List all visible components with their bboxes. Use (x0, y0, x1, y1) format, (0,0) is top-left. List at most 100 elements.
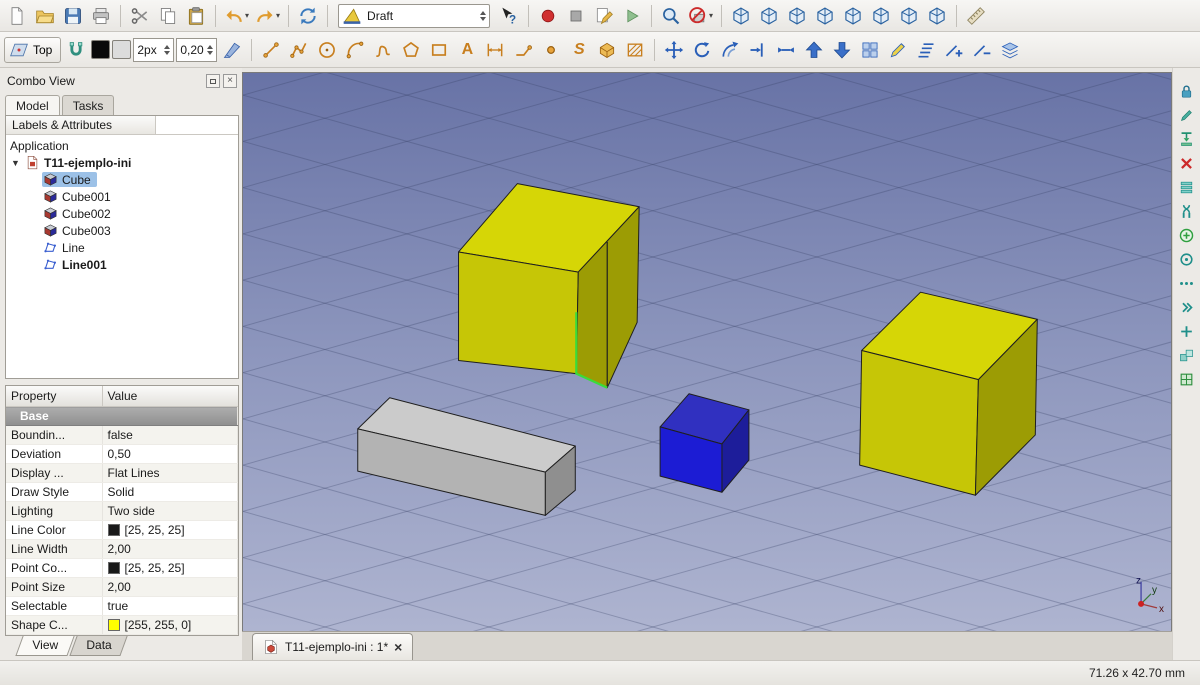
view-right-button[interactable] (812, 3, 838, 29)
tab-model[interactable]: Model (5, 95, 60, 115)
tab-view[interactable]: View (15, 636, 74, 656)
clipping-plane-button[interactable]: ▾ (686, 3, 715, 29)
draft-offset-button[interactable] (717, 37, 743, 63)
snap-angle-button[interactable] (1175, 152, 1199, 174)
macro-edit-button[interactable] (591, 3, 617, 29)
clipping-plane-dropdown-arrow[interactable]: ▾ (709, 11, 713, 20)
property-value[interactable]: [25, 25, 25] (102, 559, 238, 578)
property-value[interactable]: 0,50 (102, 445, 238, 464)
construction-mode-button[interactable] (219, 37, 245, 63)
draft-shapestring-button[interactable]: S (566, 37, 592, 63)
property-value[interactable]: [25, 25, 25] (102, 521, 238, 540)
property-value[interactable]: Flat Lines (102, 464, 238, 483)
property-row[interactable]: Shape C...[255, 255, 0] (6, 616, 238, 635)
snap-midpoint-button[interactable] (1175, 128, 1199, 150)
property-row[interactable]: Line Color[25, 25, 25] (6, 521, 238, 540)
tree-item-cube001[interactable]: Cube001 (6, 188, 238, 205)
view-axonometric-button[interactable] (924, 3, 950, 29)
tree-item-line[interactable]: Line (6, 239, 238, 256)
snap-intersection-button[interactable] (1175, 320, 1199, 342)
line-color-swatch[interactable] (91, 40, 110, 59)
view-front-button[interactable] (756, 3, 782, 29)
tree-item-document[interactable]: ▼T11-ejemplo-ini (6, 154, 238, 171)
property-row[interactable]: Boundin...false (6, 426, 238, 445)
view-left-button[interactable] (896, 3, 922, 29)
save-document-button[interactable] (60, 3, 86, 29)
view-bottom-button[interactable] (868, 3, 894, 29)
new-document-button[interactable] (4, 3, 30, 29)
undo-button[interactable]: ▾ (222, 3, 251, 29)
snap-grid-button[interactable] (1175, 368, 1199, 390)
property-row[interactable]: Point Size2,00 (6, 578, 238, 597)
property-value[interactable]: Two side (102, 502, 238, 521)
draft-hatch-button[interactable] (622, 37, 648, 63)
redo-button[interactable]: ▾ (253, 3, 282, 29)
float-panel-button[interactable] (206, 74, 220, 88)
draft-downgrade-button[interactable] (829, 37, 855, 63)
property-value[interactable]: false (102, 426, 238, 445)
line-width-spinbox[interactable]: 2px (133, 38, 174, 62)
draft-remove-point-button[interactable] (969, 37, 995, 63)
tree-root-application[interactable]: Application (6, 137, 238, 154)
paste-button[interactable] (183, 3, 209, 29)
working-plane-button[interactable]: Top (4, 37, 61, 63)
draft-rotate-button[interactable] (689, 37, 715, 63)
view-rear-button[interactable] (840, 3, 866, 29)
draft-facebinder-button[interactable] (594, 37, 620, 63)
property-row[interactable]: Line Width2,00 (6, 540, 238, 559)
property-value[interactable]: [255, 255, 0] (102, 616, 238, 635)
draft-label-button[interactable] (510, 37, 536, 63)
view-isometric-button[interactable] (728, 3, 754, 29)
snap-perpendicular-button[interactable] (1175, 200, 1199, 222)
workbench-selector-spinner[interactable] (480, 11, 486, 21)
draft-layers-button[interactable] (997, 37, 1023, 63)
draft-bspline-button[interactable] (370, 37, 396, 63)
view-top-button[interactable] (784, 3, 810, 29)
value-column-header[interactable]: Value (102, 386, 238, 407)
draft-circle-button[interactable] (314, 37, 340, 63)
tree-item-cube[interactable]: Cube (6, 171, 238, 188)
whats-this-button[interactable] (496, 3, 522, 29)
tree-item-cube002[interactable]: Cube002 (6, 205, 238, 222)
draft-line-button[interactable] (258, 37, 284, 63)
tree-item-cube003[interactable]: Cube003 (6, 222, 238, 239)
property-row[interactable]: LightingTwo side (6, 502, 238, 521)
property-value[interactable]: 2,00 (102, 578, 238, 597)
face-color-swatch[interactable] (112, 40, 131, 59)
snap-dimensions-button[interactable] (1175, 344, 1199, 366)
property-group-row[interactable]: Base (6, 407, 238, 426)
scale-spinbox[interactable]: 0,20 (176, 38, 217, 62)
draft-array-button[interactable] (857, 37, 883, 63)
3d-viewport[interactable]: z y x (242, 72, 1172, 631)
tree-item-line001[interactable]: Line001 (6, 256, 238, 273)
draft-edit-button[interactable] (885, 37, 911, 63)
macro-record-button[interactable] (535, 3, 561, 29)
workbench-selector[interactable]: Draft (338, 4, 490, 28)
property-row[interactable]: Point Co...[25, 25, 25] (6, 559, 238, 578)
draft-dimension-button[interactable] (482, 37, 508, 63)
snap-endpoint-button[interactable] (1175, 104, 1199, 126)
close-document-icon[interactable]: × (394, 640, 402, 654)
snap-parallel-button[interactable] (1175, 176, 1199, 198)
draft-arc-button[interactable] (342, 37, 368, 63)
line-width-spinner[interactable] (164, 45, 170, 55)
expander-icon[interactable]: ▼ (10, 158, 21, 168)
macro-stop-button[interactable] (563, 3, 589, 29)
property-value[interactable]: Solid (102, 483, 238, 502)
yellow-cube[interactable] (459, 252, 579, 374)
scale-spinner[interactable] (207, 45, 213, 55)
draft-join-button[interactable] (773, 37, 799, 63)
macro-play-button[interactable] (619, 3, 645, 29)
measure-distance-button[interactable] (963, 3, 989, 29)
refresh-button[interactable] (295, 3, 321, 29)
close-panel-button[interactable]: × (223, 74, 237, 88)
zoom-fit-button[interactable] (658, 3, 684, 29)
print-button[interactable] (88, 3, 114, 29)
property-row[interactable]: Draw StyleSolid (6, 483, 238, 502)
draft-upgrade-button[interactable] (801, 37, 827, 63)
property-value[interactable]: 2,00 (102, 540, 238, 559)
tab-data[interactable]: Data (69, 636, 128, 656)
draft-wire-button[interactable] (286, 37, 312, 63)
property-row[interactable]: Deviation0,50 (6, 445, 238, 464)
draft-trimex-button[interactable] (745, 37, 771, 63)
